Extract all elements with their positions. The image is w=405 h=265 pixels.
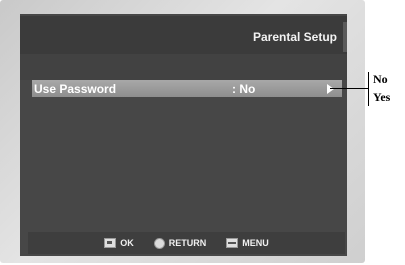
title-notch xyxy=(343,22,347,52)
callout-bracket xyxy=(368,72,369,106)
option-no: No xyxy=(373,72,388,86)
header-separator xyxy=(20,54,347,80)
option-yes: Yes xyxy=(373,90,391,104)
return-icon xyxy=(153,237,165,249)
enter-icon xyxy=(104,238,117,248)
menu-item-value: : No xyxy=(232,82,256,96)
osd-screen: Parental Setup Use Password : No OK RETU… xyxy=(20,14,347,256)
menu-icon xyxy=(226,238,239,248)
arrow-right-icon[interactable] xyxy=(327,84,334,94)
menu-label: MENU xyxy=(242,238,269,248)
ok-hint: OK xyxy=(104,238,134,248)
return-label: RETURN xyxy=(168,238,207,248)
title-bar: Parental Setup xyxy=(20,16,347,54)
return-hint: RETURN xyxy=(153,237,207,249)
menu-item-use-password[interactable]: Use Password : No xyxy=(32,80,342,97)
footer-bar: OK RETURN MENU xyxy=(28,232,345,254)
page-title: Parental Setup xyxy=(252,30,337,44)
ok-label: OK xyxy=(120,238,134,248)
menu-hint: MENU xyxy=(226,238,269,248)
callout-line xyxy=(330,88,368,89)
menu-item-label: Use Password xyxy=(34,82,117,96)
